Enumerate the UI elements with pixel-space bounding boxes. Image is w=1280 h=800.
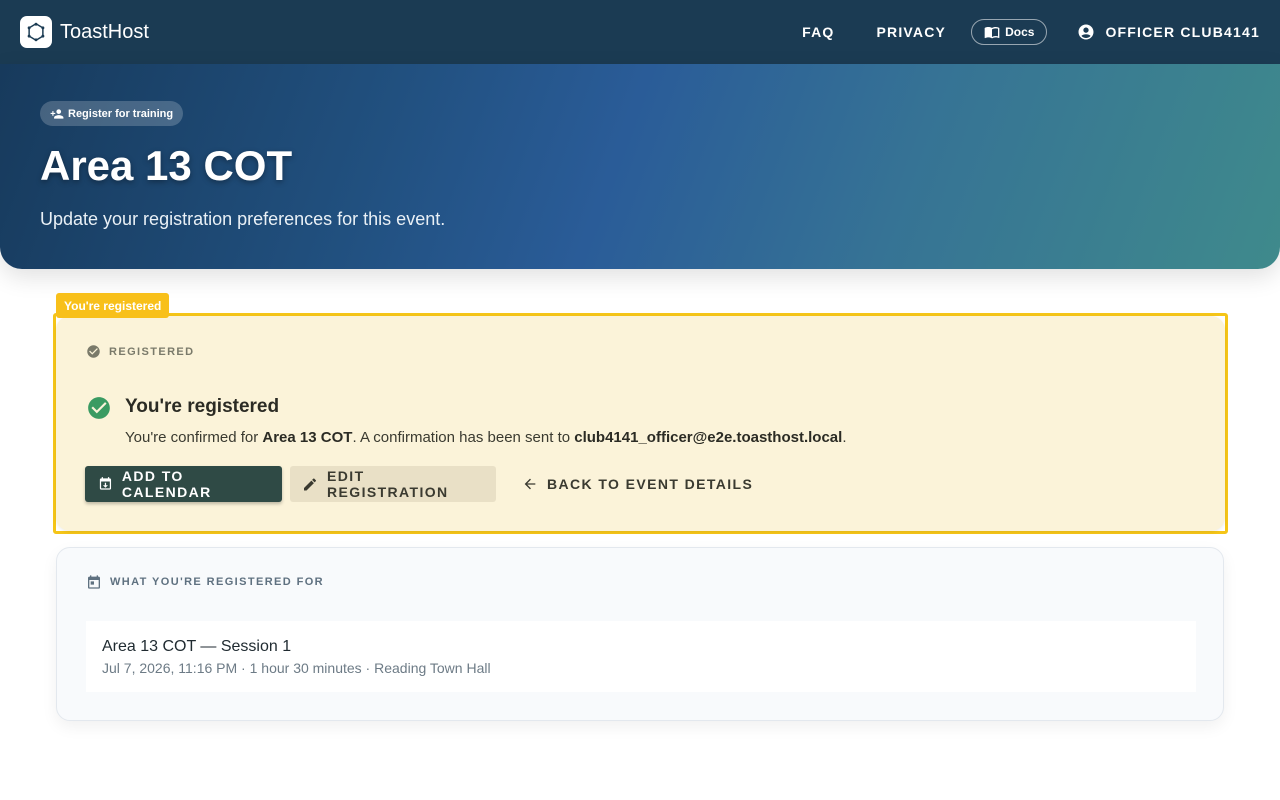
- pencil-icon: [304, 477, 317, 491]
- registered-for-header: WHAT YOU'RE REGISTERED FOR: [86, 574, 324, 590]
- docs-button[interactable]: Docs: [971, 19, 1048, 45]
- message-suffix: .: [842, 429, 847, 446]
- account-label: OFFICER CLUB4141: [1105, 24, 1260, 40]
- registered-section-header: REGISTERED: [86, 344, 195, 359]
- registered-for-card: WHAT YOU'RE REGISTERED FOR Area 13 COT —…: [56, 547, 1224, 721]
- docs-label: Docs: [1005, 25, 1035, 39]
- register-for-training-chip: Register for training: [40, 101, 184, 126]
- page-subtitle: Update your registration preferences for…: [40, 209, 446, 229]
- nav-faq-link[interactable]: FAQ: [802, 24, 834, 40]
- event-name: Area 13 COT: [262, 429, 353, 446]
- app-bar: ToastHost FAQ PRIVACY Docs OFFICER CLUB4…: [0, 0, 1280, 64]
- back-to-event-label: BACK TO EVENT DETAILS: [547, 476, 754, 492]
- nav-privacy-link[interactable]: PRIVACY: [876, 24, 946, 40]
- check-circle-icon: [87, 345, 100, 358]
- confirmation-message: You're confirmed for Area 13 COT. A conf…: [125, 429, 846, 446]
- session-title: Area 13 COT — Session 1: [102, 638, 292, 655]
- brand-name[interactable]: ToastHost: [60, 21, 149, 44]
- session-list-item[interactable]: Area 13 COT — Session 1 Jul 7, 2026, 11:…: [86, 621, 1196, 692]
- page-title: Area 13 COT: [40, 142, 293, 189]
- check-circle-icon: [88, 397, 110, 419]
- chip-label: Register for training: [68, 107, 174, 120]
- registration-status-card: REGISTERED You're registered You're conf…: [56, 316, 1225, 531]
- status-title: You're registered: [125, 396, 280, 417]
- top-nav: FAQ PRIVACY Docs OFFICER CLUB4141: [802, 19, 1260, 45]
- add-to-calendar-button[interactable]: ADD TO CALENDAR: [85, 466, 282, 502]
- section-label: REGISTERED: [109, 345, 195, 358]
- edit-registration-label: EDIT REGISTRATION: [327, 468, 449, 500]
- registered-for-label: WHAT YOU'RE REGISTERED FOR: [110, 576, 325, 588]
- account-menu[interactable]: OFFICER CLUB4141: [1077, 23, 1260, 41]
- message-prefix: You're confirmed for: [125, 429, 263, 446]
- person-add-icon: [50, 108, 64, 119]
- account-circle-icon: [1078, 24, 1094, 40]
- registered-tag: You're registered: [56, 293, 170, 318]
- back-to-event-details-button[interactable]: BACK TO EVENT DETAILS: [506, 466, 767, 502]
- message-middle: . A confirmation has been sent to: [352, 429, 575, 446]
- hero-banner: Register for training Area 13 COT Update…: [0, 64, 1280, 269]
- arrow-left-icon: [524, 478, 536, 490]
- edit-registration-button[interactable]: EDIT REGISTRATION: [290, 466, 496, 502]
- add-to-calendar-label: ADD TO CALENDAR: [121, 468, 212, 500]
- registration-actions: ADD TO CALENDAR EDIT REGISTRATION BACK T…: [85, 466, 767, 502]
- confirmation-email: club4141_officer@e2e.toasthost.local: [574, 429, 843, 446]
- calendar-icon: [88, 575, 100, 589]
- book-icon: [984, 27, 1000, 39]
- session-meta: Jul 7, 2026, 11:16 PM · 1 hour 30 minute…: [102, 660, 491, 676]
- calendar-download-icon: [99, 477, 112, 490]
- logo-icon[interactable]: [20, 16, 52, 48]
